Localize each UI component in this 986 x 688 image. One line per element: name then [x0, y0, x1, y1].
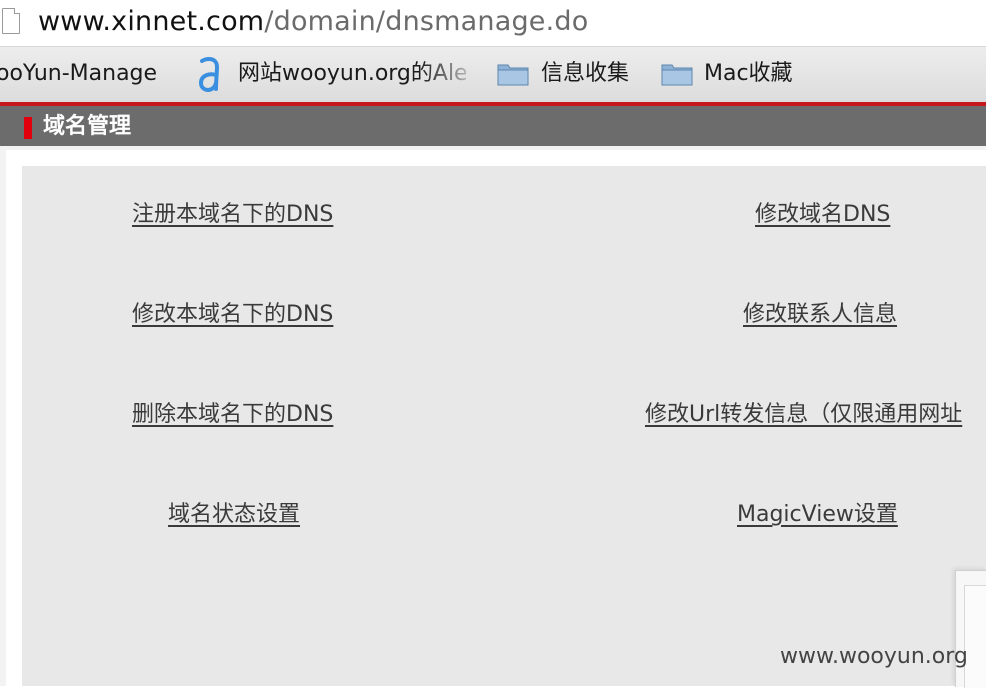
url-path: /domain/dnsmanage.do [264, 6, 589, 37]
delete-dns-link[interactable]: 删除本域名下的DNS [132, 400, 333, 430]
alexa-icon [198, 56, 220, 93]
page-icon [2, 8, 20, 34]
modify-contact-info-link[interactable]: 修改联系人信息 [743, 300, 897, 330]
bookmark-alexa[interactable]: 网站wooyun.org的Ale [238, 59, 466, 89]
folder-icon [497, 64, 529, 86]
url-text[interactable]: www.xinnet.com/domain/dnsmanage.do [38, 5, 588, 39]
bookmark-mac-favorites[interactable]: Mac收藏 [704, 59, 793, 89]
watermark: www.wooyun.org [780, 644, 968, 669]
bookmark-wooyun-manage[interactable]: ooYun-Manage [0, 59, 157, 89]
modify-domain-dns-link[interactable]: 修改域名DNS [755, 200, 890, 230]
section-header: 域名管理 [0, 106, 986, 146]
domain-status-settings-link[interactable]: 域名状态设置 [168, 500, 300, 530]
title-accent-mark [24, 117, 32, 139]
bookmarks-bar: ooYun-Manage 网站wooyun.org的Ale 信息收集 Mac收藏 [0, 47, 986, 103]
page-title: 域名管理 [43, 114, 132, 139]
magicview-settings-link[interactable]: MagicView设置 [737, 500, 898, 530]
url-host: www.xinnet.com [38, 6, 265, 37]
folder-icon [661, 64, 693, 86]
modify-dns-link[interactable]: 修改本域名下的DNS [132, 300, 333, 330]
register-dns-link[interactable]: 注册本域名下的DNS [132, 200, 333, 230]
bookmark-info-collect[interactable]: 信息收集 [541, 59, 629, 89]
address-bar[interactable]: www.xinnet.com/domain/dnsmanage.do [0, 0, 986, 47]
modify-url-forward-link[interactable]: 修改Url转发信息（仅限通用网址 [645, 400, 986, 430]
